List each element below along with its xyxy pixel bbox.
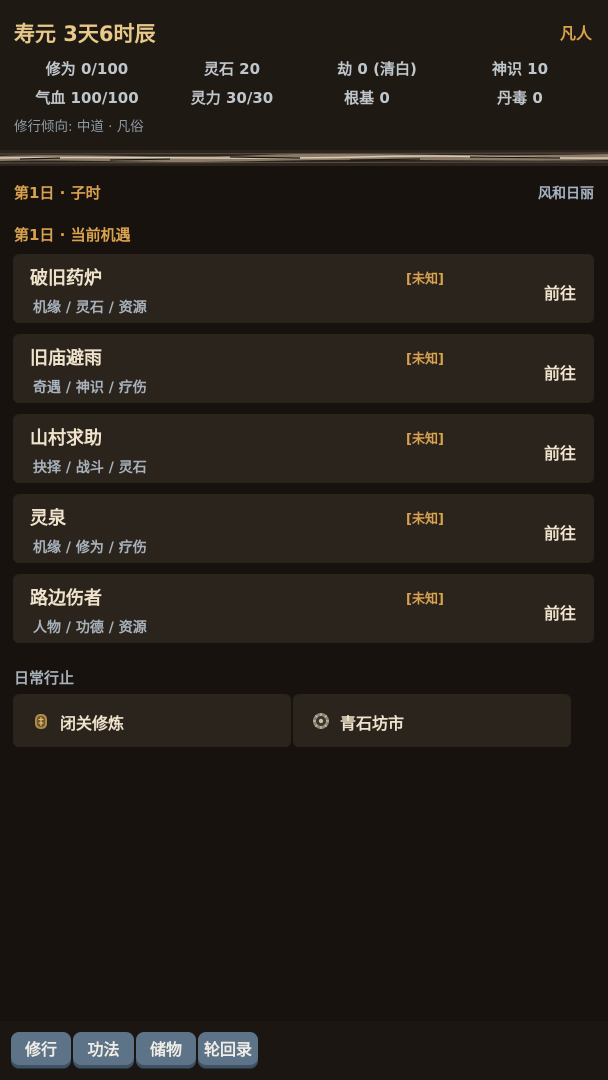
go-button[interactable]: 前往 xyxy=(544,520,576,544)
daily-action-market[interactable]: 青石坊市 xyxy=(293,694,571,747)
ink-divider xyxy=(0,150,608,166)
stat-pill-toxicity: 丹毒 0 xyxy=(497,89,543,107)
go-button[interactable]: 前往 xyxy=(544,440,576,464)
opportunity-tags: 抉择 / 战斗 / 灵石 xyxy=(33,460,147,476)
opportunity-card[interactable]: 旧庙避雨 奇遇 / 神识 / 疗伤 [未知] 前往 xyxy=(13,334,594,403)
daily-action-seclusion[interactable]: 闭关修炼 xyxy=(13,694,291,747)
lifespan-text: 寿元 3天6时辰 xyxy=(14,22,156,46)
cultivation-tendency: 修行倾向: 中道 · 凡俗 xyxy=(14,119,144,135)
tab-reincarnation-log[interactable]: 轮回录 xyxy=(198,1032,258,1068)
opportunity-name: 旧庙避雨 xyxy=(30,348,102,369)
market-icon xyxy=(313,713,329,729)
rank-label: 凡人 xyxy=(559,24,592,43)
stat-tribulation: 劫 0 (清白) xyxy=(337,60,417,78)
opportunity-status: [未知] xyxy=(406,352,444,367)
opportunity-name: 破旧药炉 xyxy=(30,268,102,289)
opportunity-card[interactable]: 山村求助 抉择 / 战斗 / 灵石 [未知] 前往 xyxy=(13,414,594,483)
go-button[interactable]: 前往 xyxy=(544,280,576,304)
current-day-time: 第1日 · 子时 xyxy=(14,184,101,202)
status-header: 寿元 3天6时辰 凡人 修为 0/100 灵石 20 劫 0 (清白) 神识 1… xyxy=(0,0,608,150)
opportunity-status: [未知] xyxy=(406,592,444,607)
opportunity-card[interactable]: 破旧药炉 机缘 / 灵石 / 资源 [未知] 前往 xyxy=(13,254,594,323)
opportunity-status: [未知] xyxy=(406,272,444,287)
opportunity-name: 灵泉 xyxy=(30,508,66,529)
opportunity-tags: 机缘 / 灵石 / 资源 xyxy=(33,300,147,316)
bottom-nav: 修行 功法 储物 轮回录 xyxy=(0,1021,608,1080)
tab-cultivation[interactable]: 修行 xyxy=(11,1032,71,1068)
stat-divine-sense: 神识 10 xyxy=(491,60,549,78)
tab-storage[interactable]: 储物 xyxy=(136,1032,196,1068)
stat-mana: 灵力 30/30 xyxy=(190,89,274,107)
opportunity-status: [未知] xyxy=(406,432,444,447)
stat-foundation: 根基 0 xyxy=(344,89,390,107)
meditation-icon xyxy=(35,714,47,729)
stat-health: 气血 100/100 xyxy=(35,89,139,107)
opportunity-name: 山村求助 xyxy=(30,428,102,449)
daily-action-label: 青石坊市 xyxy=(340,714,405,733)
opportunities-title: 第1日 · 当前机遇 xyxy=(14,226,131,244)
opportunity-name: 路边伤者 xyxy=(30,588,102,609)
stat-spirit-stones: 灵石 20 xyxy=(203,60,261,78)
game-screen: 寿元 3天6时辰 凡人 修为 0/100 灵石 20 劫 0 (清白) 神识 1… xyxy=(0,0,608,1080)
weather-text: 风和日丽 xyxy=(538,186,594,202)
opportunity-tags: 人物 / 功德 / 资源 xyxy=(33,620,147,636)
daily-action-label: 闭关修炼 xyxy=(60,714,125,733)
opportunity-tags: 奇遇 / 神识 / 疗伤 xyxy=(33,380,147,396)
opportunity-tags: 机缘 / 修为 / 疗伤 xyxy=(33,540,147,556)
stat-cultivation: 修为 0/100 xyxy=(45,60,129,78)
opportunity-card[interactable]: 路边伤者 人物 / 功德 / 资源 [未知] 前往 xyxy=(13,574,594,643)
go-button[interactable]: 前往 xyxy=(544,360,576,384)
daily-actions-title: 日常行止 xyxy=(14,669,75,687)
go-button[interactable]: 前往 xyxy=(544,600,576,624)
opportunity-card[interactable]: 灵泉 机缘 / 修为 / 疗伤 [未知] 前往 xyxy=(13,494,594,563)
opportunity-status: [未知] xyxy=(406,512,444,527)
tab-techniques[interactable]: 功法 xyxy=(73,1032,134,1068)
